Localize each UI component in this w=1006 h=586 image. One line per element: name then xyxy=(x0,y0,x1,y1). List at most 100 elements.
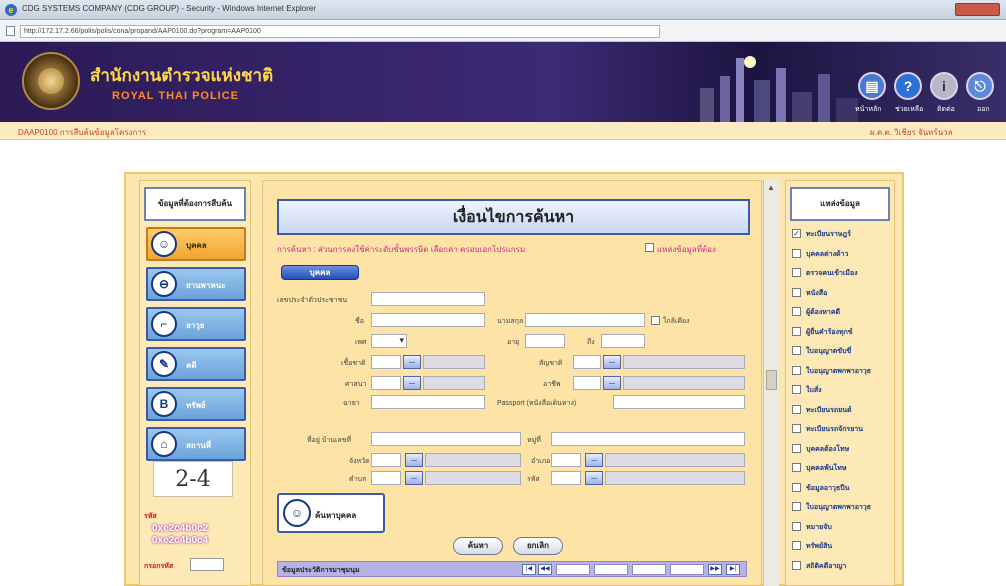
citizenship-label: สัญชาติ xyxy=(539,360,563,367)
data-source-checkbox[interactable] xyxy=(792,541,801,550)
prev-page-button[interactable]: ◀◀ xyxy=(538,564,552,575)
clear-button[interactable]: ยกเลิก xyxy=(513,537,563,555)
citizenship-lookup-button[interactable]: ... xyxy=(603,355,621,369)
next-page-button[interactable]: ▶▶ xyxy=(708,564,722,575)
data-source-checkbox[interactable] xyxy=(792,385,801,394)
search-type-vehicle-button[interactable]: ⊖ ยานพาหนะ xyxy=(146,267,246,301)
amphoe-code[interactable] xyxy=(551,453,581,467)
data-source-item[interactable]: ตรวจคนเข้าเมือง xyxy=(792,266,892,280)
amphoe-lookup-button[interactable]: ... xyxy=(585,453,603,467)
data-source-checkbox[interactable] xyxy=(792,346,801,355)
data-source-item[interactable]: ทะเบียนรถจักรยาน xyxy=(792,422,892,436)
data-source-checkbox[interactable] xyxy=(792,326,801,336)
captcha-input[interactable] xyxy=(190,558,224,571)
last-page-button[interactable]: ▶| xyxy=(726,564,740,575)
data-source-checkbox[interactable] xyxy=(792,482,801,492)
sex-select[interactable] xyxy=(371,334,407,348)
person-search-button[interactable]: ☺ ค้นหาบุคคล xyxy=(277,493,385,533)
info-label[interactable]: ติดต่อ xyxy=(937,104,955,115)
data-source-checkbox[interactable] xyxy=(792,560,801,570)
data-source-checkbox[interactable]: ✓ xyxy=(792,229,801,238)
occupation-code[interactable] xyxy=(573,376,601,390)
search-type-person-button[interactable]: ☺ บุคคล xyxy=(146,227,246,261)
help-label[interactable]: ช่วยเหลือ xyxy=(895,104,923,115)
nationality-code[interactable] xyxy=(371,355,401,369)
data-source-item[interactable]: บุคคลพ้นโทษ xyxy=(792,461,892,475)
data-source-item[interactable]: ใบอนุญาตขับขี่ xyxy=(792,344,892,358)
nationality-lookup-button[interactable]: ... xyxy=(403,355,421,369)
data-source-item[interactable]: ใบอนุญาตพกพาอาวุธ xyxy=(792,364,892,378)
postcode-lookup-button[interactable]: ... xyxy=(585,471,603,485)
data-source-checkbox[interactable] xyxy=(792,521,801,531)
citizenship-code[interactable] xyxy=(573,355,601,369)
address-input[interactable] xyxy=(371,432,521,446)
data-source-item[interactable]: ผู้ต้องหาคดี xyxy=(792,305,892,319)
home-label[interactable]: หน้าหลัก xyxy=(855,104,881,115)
info-icon[interactable]: i xyxy=(930,72,958,100)
source-checkbox[interactable] xyxy=(645,243,654,252)
data-source-item[interactable]: ใบสั่ง xyxy=(792,383,892,397)
similar-checkbox[interactable] xyxy=(651,316,660,325)
logout-label[interactable]: ออก xyxy=(977,104,990,115)
occupation-lookup-button[interactable]: ... xyxy=(603,376,621,390)
age-from-input[interactable] xyxy=(525,334,565,348)
help-icon[interactable]: ? xyxy=(894,72,922,100)
passport-input[interactable] xyxy=(613,395,745,409)
logout-icon[interactable]: ⎋ xyxy=(966,72,994,100)
data-source-item[interactable]: ข้อมูลอาวุธปืน xyxy=(792,481,892,495)
religion-lookup-button[interactable]: ... xyxy=(403,376,421,390)
name-input[interactable] xyxy=(371,313,485,327)
data-source-checkbox[interactable] xyxy=(792,365,801,375)
search-type-case-button[interactable]: ✎ คดี xyxy=(146,347,246,381)
data-source-item[interactable]: ทะเบียนรถยนต์ xyxy=(792,403,892,417)
data-source-checkbox[interactable] xyxy=(792,463,801,472)
data-source-item[interactable]: ทรัพย์สิน xyxy=(792,539,892,553)
data-source-item[interactable]: ✓ ทะเบียนราษฎร์ xyxy=(792,227,892,241)
data-source-checkbox[interactable] xyxy=(792,502,801,511)
scroll-up-icon[interactable]: ▲ xyxy=(767,183,775,192)
search-button[interactable]: ค้นหา xyxy=(453,537,503,555)
home-icon[interactable]: ▤ xyxy=(858,72,886,100)
moo-label: หมู่ที่ xyxy=(527,437,541,444)
first-page-button[interactable]: |◀ xyxy=(522,564,536,575)
postcode-code[interactable] xyxy=(551,471,581,485)
data-source-checkbox[interactable] xyxy=(792,287,801,297)
tab-person[interactable]: บุคคล xyxy=(281,265,359,280)
data-source-item[interactable]: บุคคลต่างด้าว xyxy=(792,247,892,261)
surname-input[interactable] xyxy=(525,313,645,327)
data-source-item[interactable]: หนังสือ xyxy=(792,286,892,300)
province-lookup-button[interactable]: ... xyxy=(405,453,423,467)
id-card-input[interactable] xyxy=(371,292,485,306)
page-box[interactable] xyxy=(594,564,628,575)
window-controls[interactable] xyxy=(955,3,1000,16)
scroll-thumb[interactable] xyxy=(766,370,777,390)
tambon-lookup-button[interactable]: ... xyxy=(405,471,423,485)
religion-code[interactable] xyxy=(371,376,401,390)
data-source-checkbox[interactable] xyxy=(792,424,801,433)
search-type-weapon-button[interactable]: ⌐ อาวุธ xyxy=(146,307,246,341)
search-type-property-button[interactable]: B ทรัพย์ xyxy=(146,387,246,421)
tambon-code[interactable] xyxy=(371,471,401,485)
page-box[interactable] xyxy=(670,564,704,575)
person-icon: ☺ xyxy=(283,499,311,527)
data-source-label: ผู้ยื่นคำร้องทุกข์ xyxy=(806,328,853,336)
data-source-item[interactable]: ใบอนุญาตพกพาอาวุธ xyxy=(792,500,892,514)
moo-input[interactable] xyxy=(551,432,745,446)
data-source-checkbox[interactable] xyxy=(792,443,801,453)
nickname-input[interactable] xyxy=(371,395,485,409)
data-source-checkbox[interactable] xyxy=(792,404,801,414)
data-source-checkbox[interactable] xyxy=(792,268,801,277)
province-code[interactable] xyxy=(371,453,401,467)
page-box[interactable] xyxy=(556,564,590,575)
data-source-checkbox[interactable] xyxy=(792,248,801,258)
form-scrollbar[interactable]: ▲ xyxy=(763,180,779,586)
data-source-item[interactable]: บุคคลต้องโทษ xyxy=(792,442,892,456)
data-source-item[interactable]: หมายจับ xyxy=(792,520,892,534)
data-source-item[interactable]: ผู้ยื่นคำร้องทุกข์ xyxy=(792,325,892,339)
data-source-item[interactable]: สถิติคดีอาญา xyxy=(792,559,892,573)
search-type-place-button[interactable]: ⌂ สถานที่ xyxy=(146,427,246,461)
page-box[interactable] xyxy=(632,564,666,575)
age-to-input[interactable] xyxy=(601,334,645,348)
data-source-checkbox[interactable] xyxy=(792,307,801,316)
url-field[interactable]: http://172.17.2.66/polis/polis/cona/prop… xyxy=(20,25,660,38)
